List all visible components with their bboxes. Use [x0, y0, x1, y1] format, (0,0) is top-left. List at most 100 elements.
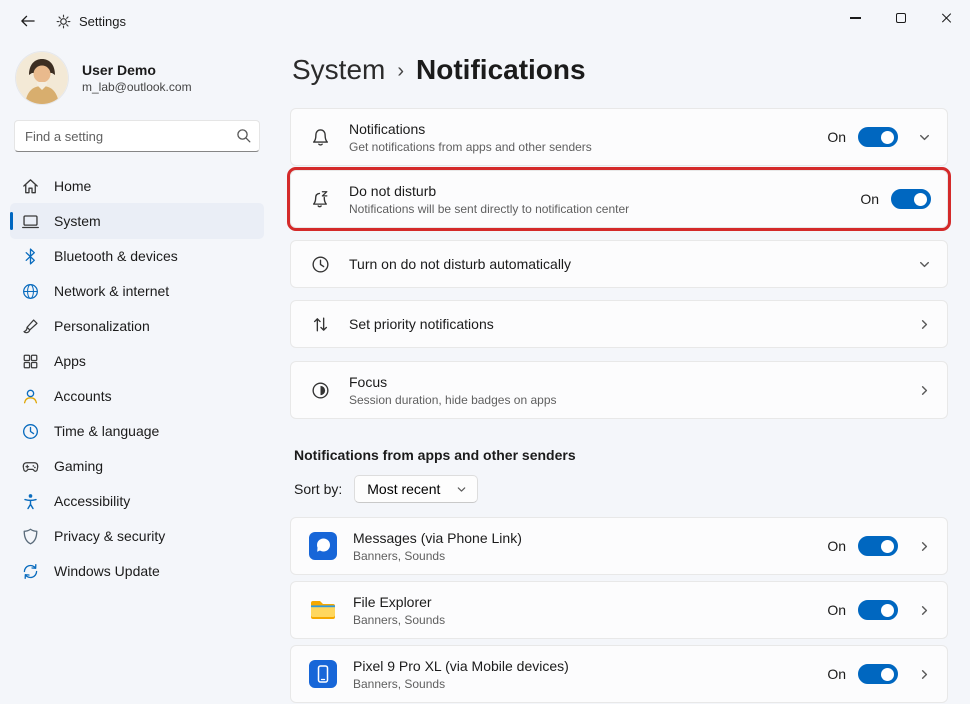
sidebar-item-personalization[interactable]: Personalization [10, 308, 264, 344]
card-title: Notifications [349, 120, 426, 137]
do-not-disturb-toggle[interactable] [891, 189, 931, 209]
card-title: Turn on do not disturb automatically [349, 256, 572, 272]
user-info: User Demo m_lab@outlook.com [82, 62, 192, 94]
breadcrumb-separator: › [397, 60, 405, 82]
sidebar-item-label: Accessibility [54, 493, 131, 509]
card-title: Focus [349, 373, 388, 390]
settings-gear-icon [56, 14, 71, 29]
app-subtitle: Banners, Sounds [353, 676, 446, 691]
auto-dnd-card[interactable]: Turn on do not disturb automatically [290, 240, 948, 288]
chevron-right-icon[interactable] [918, 668, 931, 681]
priority-notifications-card[interactable]: Set priority notifications [290, 300, 948, 348]
toggle-state-label: On [860, 191, 879, 207]
do-not-disturb-card[interactable]: Do not disturb Notifications will be sen… [287, 167, 951, 231]
file-explorer-toggle[interactable] [858, 600, 898, 620]
focus-icon [309, 379, 331, 401]
person-icon [20, 386, 40, 406]
chevron-down-icon[interactable] [918, 131, 931, 144]
sidebar-item-network[interactable]: Network & internet [10, 273, 264, 309]
sort-dropdown-value: Most recent [367, 481, 441, 497]
bell-icon [309, 126, 331, 148]
sidebar-item-bluetooth[interactable]: Bluetooth & devices [10, 238, 264, 274]
avatar [16, 52, 68, 104]
app-name: File Explorer [353, 593, 432, 610]
app-subtitle: Banners, Sounds [353, 612, 446, 627]
chevron-right-icon[interactable] [918, 318, 931, 331]
sidebar-item-label: Personalization [54, 318, 150, 334]
bluetooth-icon [20, 246, 40, 266]
shield-icon [20, 526, 40, 546]
chevron-right-icon[interactable] [918, 540, 931, 553]
toggle-state-label: On [827, 666, 846, 682]
card-text: Messages (via Phone Link) Banners, Sound… [353, 521, 827, 572]
back-button[interactable] [8, 6, 46, 36]
sidebar-item-label: Home [54, 178, 92, 194]
toggle-state-label: On [827, 129, 846, 145]
sidebar-item-system[interactable]: System [10, 203, 264, 239]
sidebar-item-label: Network & internet [54, 283, 170, 299]
pixel-toggle[interactable] [858, 664, 898, 684]
priority-arrows-icon [309, 313, 331, 335]
close-button[interactable] [924, 0, 970, 36]
pixel-phone-app-icon [309, 660, 337, 688]
sidebar-item-home[interactable]: Home [10, 168, 264, 204]
chevron-right-icon[interactable] [918, 604, 931, 617]
sidebar-item-label: Bluetooth & devices [54, 248, 178, 264]
sidebar-item-label: Accounts [54, 388, 112, 404]
notifications-toggle[interactable] [858, 127, 898, 147]
search-input[interactable] [14, 120, 260, 152]
card-text: File Explorer Banners, Sounds [353, 585, 827, 636]
user-account-row[interactable]: User Demo m_lab@outlook.com [10, 46, 264, 120]
app-name: Messages (via Phone Link) [353, 529, 522, 546]
maximize-button[interactable] [878, 0, 924, 36]
main-content: System › Notifications Notifications Get… [278, 42, 970, 704]
card-text: Turn on do not disturb automatically [349, 247, 898, 281]
clock-icon [309, 253, 331, 275]
search-icon [236, 128, 251, 146]
sidebar-item-windows-update[interactable]: Windows Update [10, 553, 264, 589]
home-icon [20, 176, 40, 196]
sort-row: Sort by: Most recent [294, 475, 948, 503]
system-icon [20, 211, 40, 231]
page-title: Notifications [416, 54, 586, 85]
card-text: Do not disturb Notifications will be sen… [349, 174, 860, 225]
toggle-state-label: On [827, 602, 846, 618]
sidebar-item-label: Privacy & security [54, 528, 166, 544]
sidebar-item-apps[interactable]: Apps [10, 343, 264, 379]
card-title: Set priority notifications [349, 316, 494, 332]
notifications-card[interactable]: Notifications Get notifications from app… [290, 108, 948, 166]
messages-toggle[interactable] [858, 536, 898, 556]
focus-card[interactable]: Focus Session duration, hide badges on a… [290, 361, 948, 419]
sidebar-item-label: Windows Update [54, 563, 160, 579]
card-subtitle: Get notifications from apps and other se… [349, 139, 592, 154]
chevron-down-icon[interactable] [918, 258, 931, 271]
card-text: Pixel 9 Pro XL (via Mobile devices) Bann… [353, 649, 827, 700]
paintbrush-icon [20, 316, 40, 336]
sidebar-item-accounts[interactable]: Accounts [10, 378, 264, 414]
card-subtitle: Session duration, hide badges on apps [349, 392, 557, 407]
sidebar-item-label: Time & language [54, 423, 160, 439]
app-card-messages[interactable]: Messages (via Phone Link) Banners, Sound… [290, 517, 948, 575]
sidebar-item-time-language[interactable]: Time & language [10, 413, 264, 449]
sort-dropdown[interactable]: Most recent [354, 475, 479, 503]
breadcrumb-system[interactable]: System [292, 54, 385, 86]
sort-by-label: Sort by: [294, 481, 343, 497]
sidebar-item-accessibility[interactable]: Accessibility [10, 483, 264, 519]
sidebar-item-privacy[interactable]: Privacy & security [10, 518, 264, 554]
chevron-down-icon [458, 486, 466, 492]
sidebar-item-gaming[interactable]: Gaming [10, 448, 264, 484]
card-subtitle: Notifications will be sent directly to n… [349, 201, 630, 216]
user-name: User Demo [82, 62, 156, 78]
chevron-right-icon[interactable] [918, 384, 931, 397]
sidebar-item-label: Gaming [54, 458, 104, 474]
app-card-pixel[interactable]: Pixel 9 Pro XL (via Mobile devices) Bann… [290, 645, 948, 703]
clock-icon [20, 421, 40, 441]
sidebar: User Demo m_lab@outlook.com Home System … [0, 42, 278, 704]
app-card-file-explorer[interactable]: File Explorer Banners, Sounds On [290, 581, 948, 639]
minimize-button[interactable] [832, 0, 878, 36]
breadcrumb: System › Notifications [292, 54, 948, 86]
messages-app-icon [309, 532, 337, 560]
apps-grid-icon [20, 351, 40, 371]
app-subtitle: Banners, Sounds [353, 548, 446, 563]
globe-icon [20, 281, 40, 301]
